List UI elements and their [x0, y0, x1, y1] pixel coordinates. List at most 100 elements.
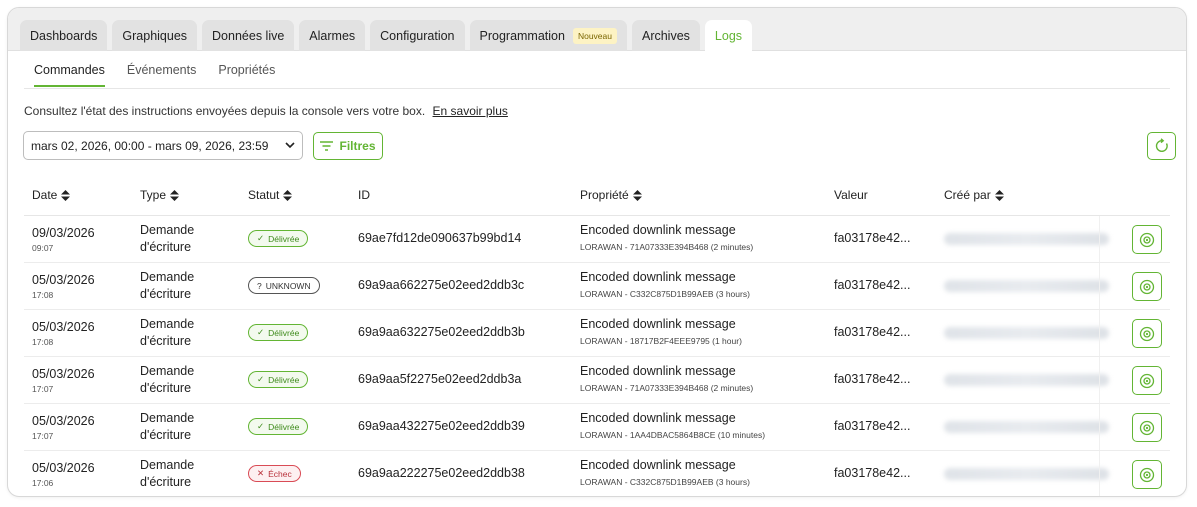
cell-property: Encoded downlink message LORAWAN - 1AA4D…: [580, 411, 765, 440]
subtab-2[interactable]: Propriétés: [218, 63, 275, 87]
tab-programmation[interactable]: Programmation Nouveau: [469, 20, 627, 51]
cell-created-by: [944, 374, 1109, 386]
status-label: Délivrée: [268, 327, 300, 338]
cell-value: fa03178e42...: [834, 466, 911, 480]
type-line-2: d'écriture: [140, 475, 192, 489]
status-label: Délivrée: [268, 374, 300, 385]
refresh-icon: [1155, 138, 1168, 152]
tab-label: Logs: [714, 29, 743, 43]
time-value: 17:07: [32, 384, 54, 394]
view-details-button[interactable]: [1132, 272, 1162, 301]
column-type-label: Type: [140, 188, 167, 202]
tab-label: Programmation: [479, 28, 565, 43]
cell-type: Demande d'écriture: [140, 316, 194, 350]
status-label: UNKNOWN: [265, 280, 311, 291]
cell-status: ? UNKNOWN: [248, 277, 320, 294]
status-icon: ✓: [257, 327, 265, 337]
column-date-label: Date: [32, 188, 58, 202]
cell-property: Encoded downlink message LORAWAN - 18717…: [580, 317, 742, 346]
property-detail: LORAWAN - 71A07333E394B468 (2 minutes): [580, 383, 754, 393]
cell-status: ✓ Délivrée: [248, 324, 309, 341]
view-details-button[interactable]: [1132, 460, 1162, 489]
actions-divider: [1099, 310, 1100, 356]
cell-created-by: [944, 421, 1109, 433]
status-icon: ✓: [257, 374, 265, 384]
tab-alarmes[interactable]: Alarmes: [299, 20, 366, 51]
cell-id: 69a9aa432275e02eed2ddb39: [358, 419, 525, 433]
view-details-button[interactable]: [1132, 319, 1162, 348]
table-row: 05/03/2026 17:06 Demande d'écriture ✕ Éc…: [24, 451, 1170, 496]
cell-value: fa03178e42...: [834, 325, 911, 339]
type-line-1: Demande: [140, 317, 195, 331]
time-value: 17:06: [32, 478, 54, 488]
subtab-0[interactable]: Commandes: [34, 63, 105, 87]
eye-icon: [1139, 373, 1155, 388]
new-badge: Nouveau: [572, 27, 617, 44]
date-value: 05/03/2026: [32, 273, 95, 287]
refresh-button[interactable]: [1147, 132, 1176, 160]
cell-property: Encoded downlink message LORAWAN - C332C…: [580, 458, 750, 487]
cell-property: Encoded downlink message LORAWAN - 71A07…: [580, 223, 753, 252]
created-by-redacted: [944, 421, 1109, 433]
view-details-button[interactable]: [1132, 225, 1162, 254]
column-header-id: ID: [358, 188, 370, 202]
view-details-button[interactable]: [1132, 413, 1162, 442]
tab-graphiques[interactable]: Graphiques: [112, 20, 198, 51]
tab-label: Données live: [212, 28, 285, 43]
column-header-type[interactable]: Type: [140, 188, 180, 202]
status-badge: ✓ Délivrée: [248, 371, 309, 388]
actions-divider: [1099, 451, 1100, 496]
cell-created-by: [944, 468, 1109, 480]
cell-status: ✓ Délivrée: [248, 418, 309, 435]
created-by-redacted: [944, 327, 1109, 339]
table-row: 09/03/2026 09:07 Demande d'écriture ✓ Dé…: [24, 216, 1170, 263]
property-name: Encoded downlink message: [580, 364, 736, 378]
tab-configuration[interactable]: Configuration: [370, 20, 465, 51]
cell-date: 05/03/2026 17:08: [32, 320, 95, 347]
sub-tabs: Commandes Événements Propriétés: [34, 63, 275, 87]
column-header-status[interactable]: Statut: [248, 188, 293, 202]
subtab-1[interactable]: Événements: [127, 63, 196, 87]
type-line-1: Demande: [140, 458, 195, 472]
column-header-created-by[interactable]: Créé par: [944, 188, 1004, 202]
tab-label: Graphiques: [122, 28, 188, 43]
table-row: 05/03/2026 17:07 Demande d'écriture ✓ Dé…: [24, 357, 1170, 404]
date-value: 05/03/2026: [32, 367, 95, 381]
column-header-date[interactable]: Date: [32, 188, 71, 202]
filter-icon: [320, 141, 334, 151]
cell-type: Demande d'écriture: [140, 222, 194, 256]
intro-description: Consultez l'état des instructions envoyé…: [24, 104, 426, 118]
type-line-2: d'écriture: [140, 287, 192, 301]
cell-value: fa03178e42...: [834, 231, 911, 245]
property-name: Encoded downlink message: [580, 411, 736, 425]
eye-icon: [1139, 232, 1155, 247]
tab-label: Archives: [641, 28, 690, 43]
tab-dashboards[interactable]: Dashboards: [20, 20, 108, 51]
time-value: 17:07: [32, 431, 54, 441]
property-name: Encoded downlink message: [580, 223, 736, 237]
date-range-select[interactable]: mars 02, 2026, 00:00 - mars 09, 2026, 23…: [23, 131, 303, 160]
sort-icon: [994, 189, 1004, 201]
filters-button[interactable]: Filtres: [313, 132, 383, 160]
created-by-redacted: [944, 468, 1109, 480]
view-details-button[interactable]: [1132, 366, 1162, 395]
table-row: 05/03/2026 17:07 Demande d'écriture ✓ Dé…: [24, 404, 1170, 451]
tab-donn-es-live[interactable]: Données live: [202, 20, 295, 51]
tab-archives[interactable]: Archives: [631, 20, 700, 51]
cell-date: 05/03/2026 17:08: [32, 273, 95, 300]
property-name: Encoded downlink message: [580, 458, 736, 472]
cell-id: 69ae7fd12de090637b99bd14: [358, 231, 522, 245]
column-header-property[interactable]: Propriété: [580, 188, 642, 202]
main-tab-bar: Dashboards Graphiques Données live Alarmes C…: [8, 8, 1186, 52]
sort-icon: [632, 189, 642, 201]
cell-property: Encoded downlink message LORAWAN - C332C…: [580, 270, 750, 299]
learn-more-link[interactable]: En savoir plus: [433, 104, 508, 118]
logs-panel: Dashboards Graphiques Données live Alarmes C…: [7, 7, 1187, 497]
tab-logs[interactable]: Logs: [704, 20, 753, 52]
status-icon: ?: [257, 280, 262, 291]
cell-created-by: [944, 280, 1109, 292]
type-line-1: Demande: [140, 270, 195, 284]
column-created-by-label: Créé par: [944, 188, 991, 202]
cell-status: ✕ Échec: [248, 465, 301, 482]
date-range-value: mars 02, 2026, 00:00 - mars 09, 2026, 23…: [31, 138, 269, 153]
